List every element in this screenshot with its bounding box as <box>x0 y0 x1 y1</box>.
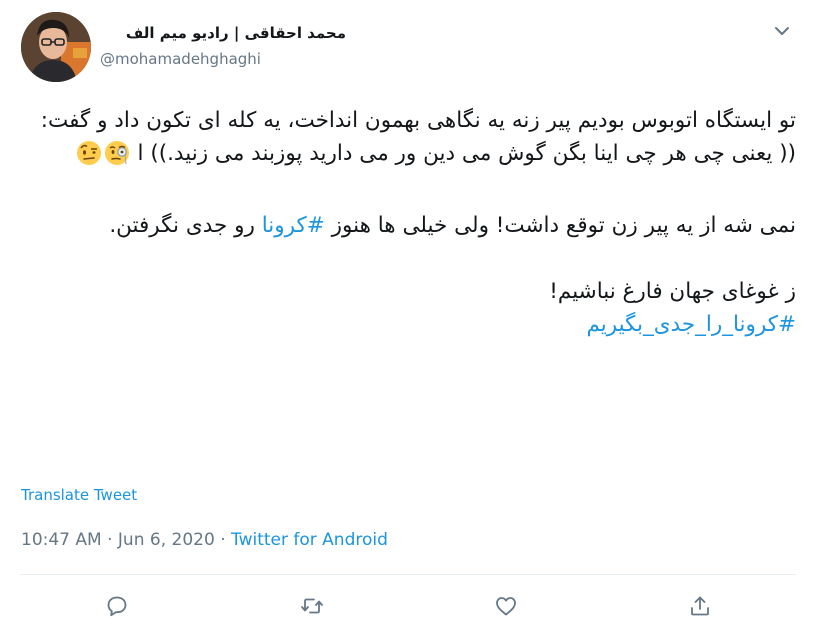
tweet-paragraph-1-text: تو ایستگاه اتوبوس بودیم پیر زنه یه نگاهی… <box>40 108 796 166</box>
chevron-down-icon[interactable] <box>770 19 794 43</box>
tweet-paragraph-1: تو ایستگاه اتوبوس بودیم پیر زنه یه نگاهی… <box>20 104 796 176</box>
tweet-paragraph-2: نمی شه از یه پیر زن توقع داشت! ولی خیلی … <box>20 209 796 242</box>
author-handle[interactable]: @mohamadehghaghi <box>100 50 261 68</box>
tweet-text: تو ایستگاه اتوبوس بودیم پیر زنه یه نگاهی… <box>20 104 796 341</box>
face-with-monocle-icon <box>104 140 130 176</box>
divider <box>20 574 796 575</box>
tweet-paragraph-4: #کرونا_را_جدی_بگیریم <box>20 308 796 341</box>
share-icon[interactable] <box>688 594 712 618</box>
face-with-raised-eyebrow-icon <box>76 140 102 176</box>
translate-tweet-link[interactable]: Translate Tweet <box>21 486 137 504</box>
tweet-paragraph-2-end: رو جدی نگرفتن. <box>109 213 255 238</box>
tweet-meta: 10:47 AM · Jun 6, 2020 · Twitter for And… <box>21 530 388 550</box>
tweet-paragraph-3-text: ز غوغای جهان فارغ نباشیم! <box>549 279 796 304</box>
tweet-date[interactable]: Jun 6, 2020 <box>118 530 215 550</box>
tweet-paragraph-3: ز غوغای جهان فارغ نباشیم! <box>20 275 796 308</box>
hashtag-link[interactable]: #کرونا <box>262 213 325 238</box>
author-name[interactable]: محمد احقاقی | رادیو میم الف <box>90 24 346 42</box>
avatar[interactable] <box>21 12 91 82</box>
meta-separator-2: · <box>220 530 226 550</box>
retweet-icon[interactable] <box>300 594 324 618</box>
tweet-source-link[interactable]: Twitter for Android <box>231 530 388 550</box>
like-icon[interactable] <box>494 594 518 618</box>
hashtag-link-2[interactable]: #کرونا_را_جدی_بگیریم <box>586 312 796 337</box>
tweet-time[interactable]: 10:47 AM <box>21 530 102 550</box>
tweet-paragraph-2-text: نمی شه از یه پیر زن توقع داشت! ولی خیلی … <box>331 213 796 238</box>
reply-icon[interactable] <box>105 594 129 618</box>
meta-separator: · <box>107 530 113 550</box>
